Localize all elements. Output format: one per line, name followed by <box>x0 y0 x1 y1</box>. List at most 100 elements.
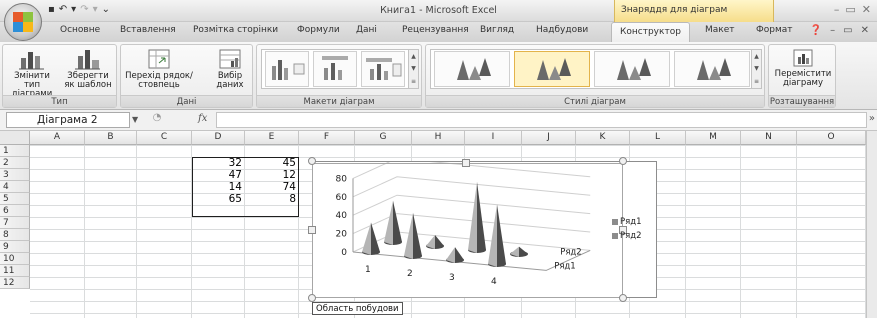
column-header-o[interactable]: O <box>797 131 866 145</box>
change-chart-type-button[interactable]: Змінити тип діаграми <box>5 48 59 99</box>
switch-row-column-button[interactable]: Перехід рядок/стовпець <box>123 48 195 90</box>
row-header-9[interactable]: 9 <box>0 241 30 253</box>
resize-handle[interactable] <box>462 159 470 167</box>
office-logo-icon <box>13 12 33 32</box>
select-all-corner[interactable] <box>0 131 30 145</box>
tab-addins[interactable]: Надбудови <box>536 25 588 35</box>
insert-function-icon[interactable]: fx <box>198 113 207 124</box>
select-data-button[interactable]: Вибір даних <box>209 48 251 90</box>
row-header-6[interactable]: 6 <box>0 205 30 217</box>
tab-formulas[interactable]: Формули <box>297 25 340 35</box>
plot-area-selection[interactable] <box>312 163 623 298</box>
chart-style-2[interactable] <box>514 51 590 87</box>
window-controls: – ▭ ✕ <box>834 3 871 16</box>
row-header-10[interactable]: 10 <box>0 253 30 265</box>
chart-style-1[interactable] <box>434 51 510 87</box>
tab-view[interactable]: Вигляд <box>480 25 514 35</box>
chart-legend[interactable]: Ряд1 Ряд2 <box>612 215 642 243</box>
chart-layout-1[interactable] <box>265 51 309 87</box>
tab-insert[interactable]: Вставлення <box>120 25 176 35</box>
column-header-j[interactable]: J <box>522 131 576 145</box>
column-header-k[interactable]: K <box>576 131 630 145</box>
column-header-l[interactable]: L <box>630 131 686 145</box>
tab-layout[interactable]: Макет <box>705 25 735 35</box>
redo-icon[interactable]: ↷ <box>80 4 88 15</box>
group-label-layouts: Макети діаграм <box>257 95 421 107</box>
chart-layouts-gallery[interactable]: ▲ ▼ ≡ <box>261 49 419 89</box>
chart-layout-3[interactable] <box>361 51 405 87</box>
resize-handle[interactable] <box>308 226 316 234</box>
help-icon[interactable]: ❓ <box>810 25 822 36</box>
chart-type-icon <box>19 52 44 70</box>
resize-handle[interactable] <box>308 157 316 165</box>
chart-style-3[interactable] <box>594 51 670 87</box>
move-chart-button[interactable]: Перемістити діаграму <box>771 48 835 88</box>
minimize-button[interactable]: – <box>834 3 840 16</box>
gallery-scroll[interactable]: ▲ ▼ ≡ <box>408 50 418 88</box>
column-header-b[interactable]: B <box>85 131 137 145</box>
tab-format[interactable]: Формат <box>756 25 793 35</box>
row-header-4[interactable]: 4 <box>0 181 30 193</box>
column-header-c[interactable]: C <box>137 131 192 145</box>
customize-qat-icon[interactable]: ⌄ <box>102 4 110 15</box>
resize-handle[interactable] <box>619 294 627 302</box>
column-header-g[interactable]: G <box>355 131 412 145</box>
gallery-more-icon[interactable]: ≡ <box>754 78 759 85</box>
dropdown-icon[interactable]: ▾ <box>93 4 98 15</box>
column-header-f[interactable]: F <box>299 131 355 145</box>
workbook-restore-button[interactable]: ▭ <box>843 25 852 36</box>
tab-review[interactable]: Рецензування <box>402 25 469 35</box>
gallery-scroll[interactable]: ▲ ▼ ≡ <box>751 50 761 88</box>
column-header-d[interactable]: D <box>192 131 245 145</box>
resize-handle[interactable] <box>308 294 316 302</box>
data-range-outline <box>192 157 299 217</box>
row-header-1[interactable]: 1 <box>0 145 30 157</box>
expand-formula-bar-icon[interactable]: » <box>869 113 875 124</box>
column-header-n[interactable]: N <box>741 131 797 145</box>
layout-thumbnail-icon <box>366 58 402 80</box>
chart-layout-2[interactable] <box>313 51 357 87</box>
formula-cancel-icon[interactable]: ◔ <box>146 112 168 128</box>
name-box-dropdown-icon[interactable]: ▼ <box>132 115 138 124</box>
column-header-e[interactable]: E <box>245 131 299 145</box>
gallery-more-icon[interactable]: ≡ <box>411 78 416 85</box>
save-icon[interactable]: ▪ <box>48 4 55 15</box>
row-header-3[interactable]: 3 <box>0 169 30 181</box>
formula-input[interactable] <box>216 112 867 128</box>
tab-data[interactable]: Дані <box>356 25 377 35</box>
column-header-i[interactable]: I <box>465 131 522 145</box>
row-header-11[interactable]: 11 <box>0 265 30 277</box>
column-header-h[interactable]: H <box>412 131 465 145</box>
name-box[interactable]: Діаграма 2 <box>6 112 130 128</box>
undo-icon[interactable]: ↶ <box>59 4 67 15</box>
chart-styles-gallery[interactable]: ▲ ▼ ≡ <box>430 49 762 89</box>
workbook-close-button[interactable]: ✕ <box>861 25 869 36</box>
row-header-5[interactable]: 5 <box>0 193 30 205</box>
office-button[interactable] <box>4 3 42 41</box>
tab-page-layout[interactable]: Розмітка сторінки <box>193 25 278 35</box>
resize-handle[interactable] <box>619 157 627 165</box>
scroll-down-icon[interactable]: ▼ <box>754 65 759 72</box>
scroll-down-icon[interactable]: ▼ <box>411 65 416 72</box>
grid-vline <box>796 145 797 318</box>
column-header-a[interactable]: A <box>30 131 85 145</box>
chart-style-4[interactable] <box>674 51 750 87</box>
tab-design[interactable]: Конструктор <box>611 22 690 43</box>
row-header-12[interactable]: 12 <box>0 277 30 289</box>
row-header-8[interactable]: 8 <box>0 229 30 241</box>
row-header-7[interactable]: 7 <box>0 217 30 229</box>
vertical-scrollbar[interactable] <box>866 131 877 318</box>
maximize-button[interactable]: ▭ <box>845 3 855 16</box>
tab-home[interactable]: Основне <box>60 25 100 35</box>
save-as-template-button[interactable]: Зберегти як шаблон <box>61 48 115 90</box>
scroll-up-icon[interactable]: ▲ <box>411 53 416 60</box>
title-bar: Книга1 - Microsoft Excel Знаряддя для ді… <box>0 0 877 22</box>
scroll-up-icon[interactable]: ▲ <box>754 53 759 60</box>
column-header-m[interactable]: M <box>686 131 741 145</box>
workbook-minimize-button[interactable]: – <box>830 25 835 36</box>
row-header-2[interactable]: 2 <box>0 157 30 169</box>
style-thumbnail-icon <box>537 58 571 80</box>
group-type: Змінити тип діаграми Зберегти як шаблон … <box>2 44 117 108</box>
dropdown-icon[interactable]: ▾ <box>71 4 76 15</box>
close-button[interactable]: ✕ <box>862 3 871 16</box>
